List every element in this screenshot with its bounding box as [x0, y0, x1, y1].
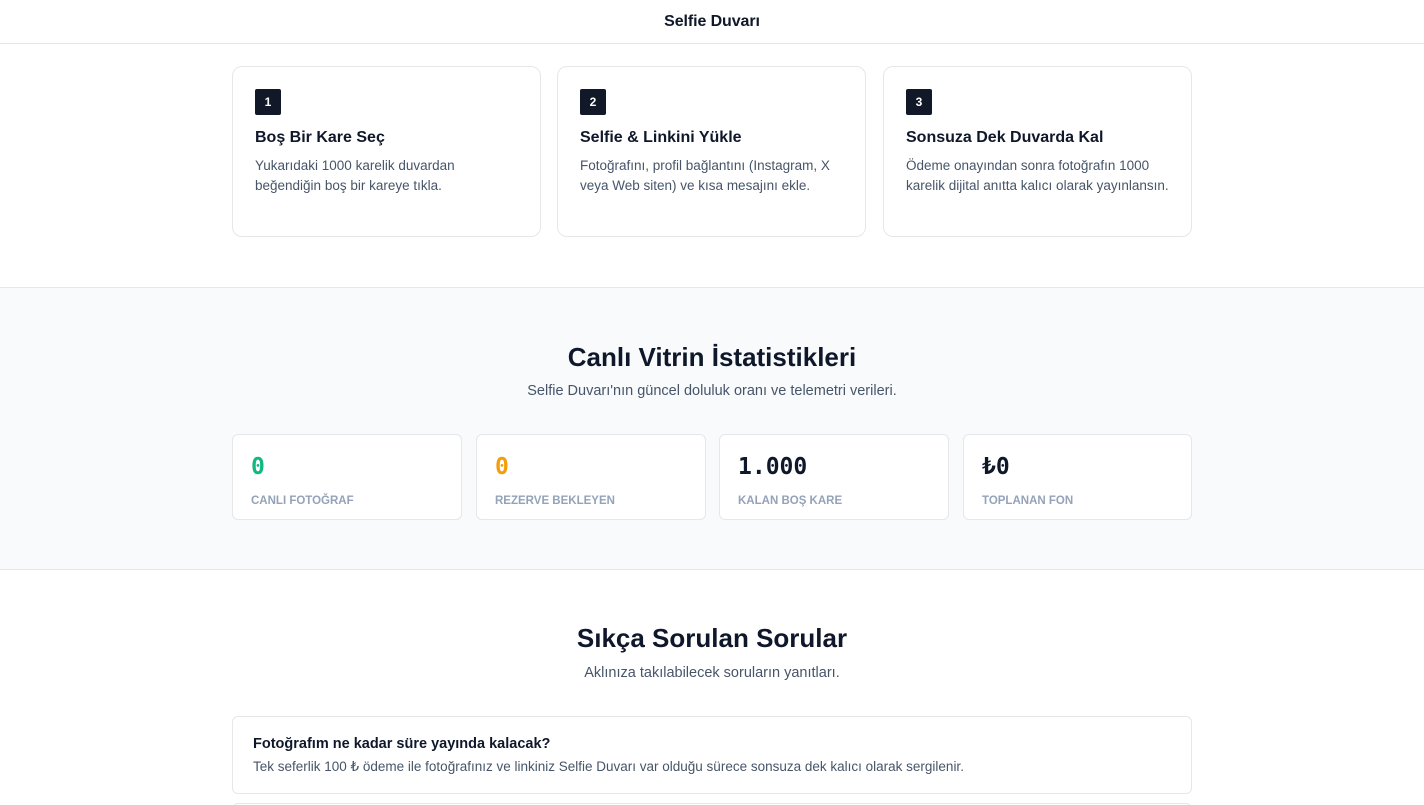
step-number-badge: 2 — [580, 89, 606, 115]
stat-card-live-photos: 0 CANLI FOTOĞRAF — [232, 434, 462, 520]
site-title[interactable]: Selfie Duvarı — [664, 13, 760, 31]
how-it-works-steps: 1 Boş Bir Kare Seç Yukarıdaki 1000 karel… — [232, 66, 1192, 237]
faq-item[interactable]: Fotoğrafım ne kadar süre yayında kalacak… — [232, 716, 1192, 794]
top-header: Selfie Duvarı — [0, 0, 1424, 44]
stat-label: KALAN BOŞ KARE — [738, 495, 843, 507]
stat-value: 0 — [495, 454, 509, 480]
step-number-badge: 1 — [255, 89, 281, 115]
stat-value: 1.000 — [738, 454, 808, 480]
faq-subtitle: Aklınıza takılabilecek soruların yanıtla… — [584, 665, 840, 681]
stat-label: REZERVE BEKLEYEN — [495, 495, 615, 507]
step-description: Ödeme onayından sonra fotoğrafın 1000 ka… — [906, 158, 1169, 193]
stat-value: ₺0 — [982, 454, 1010, 480]
step-description: Yukarıdaki 1000 karelik duvardan beğendi… — [255, 158, 455, 193]
stat-card-remaining-squares: 1.000 KALAN BOŞ KARE — [719, 434, 949, 520]
stat-value: 0 — [251, 454, 265, 480]
step-title: Boş Bir Kare Seç — [255, 129, 385, 146]
stat-card-reserved-pending: 0 REZERVE BEKLEYEN — [476, 434, 706, 520]
stats-subtitle: Selfie Duvarı'nın güncel doluluk oranı v… — [527, 383, 897, 399]
step-card-3: 3 Sonsuza Dek Duvarda Kal Ödeme onayında… — [883, 66, 1192, 237]
faq-heading: Sıkça Sorulan Sorular — [576, 623, 848, 653]
step-card-1: 1 Boş Bir Kare Seç Yukarıdaki 1000 karel… — [232, 66, 541, 237]
stat-label: CANLI FOTOĞRAF — [251, 495, 354, 507]
step-description: Fotoğrafını, profil bağlantını (Instagra… — [580, 158, 830, 193]
stat-card-collected-funds: ₺0 TOPLANAN FON — [963, 434, 1192, 520]
step-card-2: 2 Selfie & Linkini Yükle Fotoğrafını, pr… — [557, 66, 866, 237]
live-stats-section: Canlı Vitrin İstatistikleri Selfie Duvar… — [0, 287, 1424, 570]
step-title: Sonsuza Dek Duvarda Kal — [906, 129, 1104, 146]
faq-answer: Tek seferlik 100 ₺ ödeme ile fotoğrafını… — [253, 759, 964, 774]
stat-label: TOPLANAN FON — [982, 495, 1074, 507]
step-title: Selfie & Linkini Yükle — [580, 129, 742, 146]
stats-heading: Canlı Vitrin İstatistikleri — [567, 342, 857, 372]
faq-question[interactable]: Fotoğrafım ne kadar süre yayında kalacak… — [253, 736, 1171, 752]
step-number-badge: 3 — [906, 89, 932, 115]
